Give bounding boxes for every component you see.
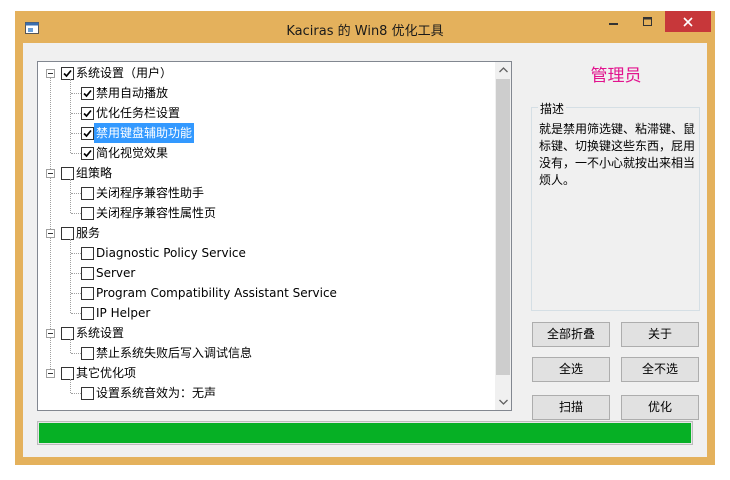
tree-connector <box>71 293 81 295</box>
tree-group-row[interactable]: 系统设置（用户） <box>38 63 495 83</box>
select-all-button[interactable]: 全选 <box>532 357 610 382</box>
progress-fill <box>39 423 691 443</box>
client-area: 系统设置（用户） 禁用自动播放 优化任务栏设置禁用键盘辅助功能简化视觉效果组策略关闭… <box>23 43 707 457</box>
select-none-button[interactable]: 全不选 <box>621 357 699 382</box>
tree-connector <box>71 353 81 355</box>
options-tree[interactable]: 系统设置（用户） 禁用自动播放 优化任务栏设置禁用键盘辅助功能简化视觉效果组策略关闭… <box>37 61 512 411</box>
group-label: 服务 <box>76 226 101 240</box>
tree-connector <box>71 313 81 315</box>
collapse-icon[interactable] <box>46 229 55 238</box>
tree-item-row[interactable]: 设置系统音效为：无声 <box>38 383 495 403</box>
group-label: 其它优化项 <box>76 366 137 380</box>
item-checkbox[interactable] <box>81 287 94 300</box>
item-checkbox[interactable] <box>81 247 94 260</box>
scroll-thumb[interactable] <box>496 79 510 375</box>
item-label: Server <box>96 266 136 280</box>
item-checkbox[interactable] <box>81 267 94 280</box>
description-group: 描述 就是禁用筛选键、粘滞键、鼠 标键、切换键这些东西，屁用 没有，一不小心就按… <box>531 100 700 311</box>
item-checkbox[interactable] <box>81 127 94 140</box>
progress-bar <box>37 421 693 445</box>
item-checkbox[interactable] <box>81 387 94 400</box>
tree-content: 系统设置（用户） 禁用自动播放 优化任务栏设置禁用键盘辅助功能简化视觉效果组策略关闭… <box>38 62 495 410</box>
collapse-icon[interactable] <box>46 329 55 338</box>
tree-connector <box>71 273 81 275</box>
tree-item-row[interactable]: Server <box>38 263 495 283</box>
group-label: 系统设置（用户） <box>76 66 173 80</box>
item-label: Diagnostic Policy Service <box>96 246 246 260</box>
scroll-up-icon[interactable] <box>495 62 511 78</box>
item-checkbox[interactable] <box>81 347 94 360</box>
group-checkbox[interactable] <box>61 227 74 240</box>
item-checkbox[interactable] <box>81 147 94 160</box>
group-label: 组策略 <box>76 166 113 180</box>
tree-connector <box>71 253 81 255</box>
app-window: Kaciras 的 Win8 优化工具 系统设置（用户） 禁用自动播放 优化任务栏设… <box>15 11 715 465</box>
tree-connector <box>71 113 81 115</box>
tree-item-row[interactable]: 优化任务栏设置 <box>38 103 495 123</box>
tree-connector <box>71 213 81 215</box>
item-checkbox[interactable] <box>81 307 94 320</box>
item-checkbox[interactable] <box>81 207 94 220</box>
tree-connector <box>71 393 81 395</box>
optimize-button[interactable]: 优化 <box>621 395 699 420</box>
item-label: 关闭程序兼容性属性页 <box>96 206 217 220</box>
tree-item-row[interactable]: 禁用键盘辅助功能 <box>38 123 495 143</box>
item-label: 简化视觉效果 <box>96 146 169 160</box>
item-checkbox[interactable] <box>81 87 94 100</box>
item-label: 设置系统音效为：无声 <box>96 386 217 400</box>
collapse-icon[interactable] <box>46 169 55 178</box>
tree-group-row[interactable]: 其它优化项 <box>38 363 495 383</box>
scroll-down-icon[interactable] <box>495 394 511 410</box>
tree-group-row[interactable]: 系统设置 <box>38 323 495 343</box>
tree-item-row[interactable]: 关闭程序兼容性属性页 <box>38 203 495 223</box>
minimize-button[interactable] <box>599 11 629 32</box>
tree-item-row[interactable]: IP Helper <box>38 303 495 323</box>
tree-connector <box>71 153 81 155</box>
tree-item-row[interactable]: 禁用自动播放 <box>38 83 495 103</box>
item-label: 优化任务栏设置 <box>96 106 181 120</box>
item-label: Program Compatibility Assistant Service <box>96 286 337 300</box>
tree-connector <box>71 193 81 195</box>
tree-item-row[interactable]: 禁止系统失败后写入调试信息 <box>38 343 495 363</box>
tree-scrollbar[interactable] <box>495 62 511 410</box>
item-label: IP Helper <box>96 306 151 320</box>
collapse-all-button[interactable]: 全部折叠 <box>532 322 610 347</box>
tree-item-row[interactable]: 关闭程序兼容性助手 <box>38 183 495 203</box>
tree-item-row[interactable]: Diagnostic Policy Service <box>38 243 495 263</box>
maximize-button[interactable] <box>633 11 663 32</box>
description-line: 标键、切换键这些东西，屁用 <box>539 139 696 153</box>
admin-title: 管理员 <box>590 66 642 86</box>
item-label: 禁用自动播放 <box>96 86 169 100</box>
group-checkbox[interactable] <box>61 167 74 180</box>
scan-button[interactable]: 扫描 <box>532 395 610 420</box>
tree-connector <box>71 93 81 95</box>
description-line: 就是禁用筛选键、粘滞键、鼠 <box>539 122 696 136</box>
tree-item-row[interactable]: Program Compatibility Assistant Service <box>38 283 495 303</box>
description-legend: 描述 <box>538 100 567 117</box>
tree-group-row[interactable]: 组策略 <box>38 163 495 183</box>
collapse-icon[interactable] <box>46 69 55 78</box>
description-line: 没有，一不小心就按出来相当 <box>539 156 696 170</box>
tree-group-row[interactable]: 服务 <box>38 223 495 243</box>
close-button[interactable] <box>665 11 711 32</box>
item-label: 禁用键盘辅助功能 <box>94 123 195 143</box>
item-checkbox[interactable] <box>81 107 94 120</box>
group-label: 系统设置 <box>76 326 125 340</box>
group-checkbox[interactable] <box>61 327 74 340</box>
item-label: 禁止系统失败后写入调试信息 <box>96 346 253 360</box>
about-button[interactable]: 关于 <box>621 322 699 347</box>
tree-item-row[interactable]: 简化视觉效果 <box>38 143 495 163</box>
collapse-icon[interactable] <box>46 369 55 378</box>
tree-connector <box>71 133 81 135</box>
group-checkbox[interactable] <box>61 367 74 380</box>
title-bar[interactable]: Kaciras 的 Win8 优化工具 <box>15 11 715 43</box>
description-line: 烦人。 <box>539 173 576 187</box>
item-label: 关闭程序兼容性助手 <box>96 186 205 200</box>
description-text: 就是禁用筛选键、粘滞键、鼠 标键、切换键这些东西，屁用 没有，一不小心就按出来相… <box>539 121 699 189</box>
group-checkbox[interactable] <box>61 67 74 80</box>
item-checkbox[interactable] <box>81 187 94 200</box>
